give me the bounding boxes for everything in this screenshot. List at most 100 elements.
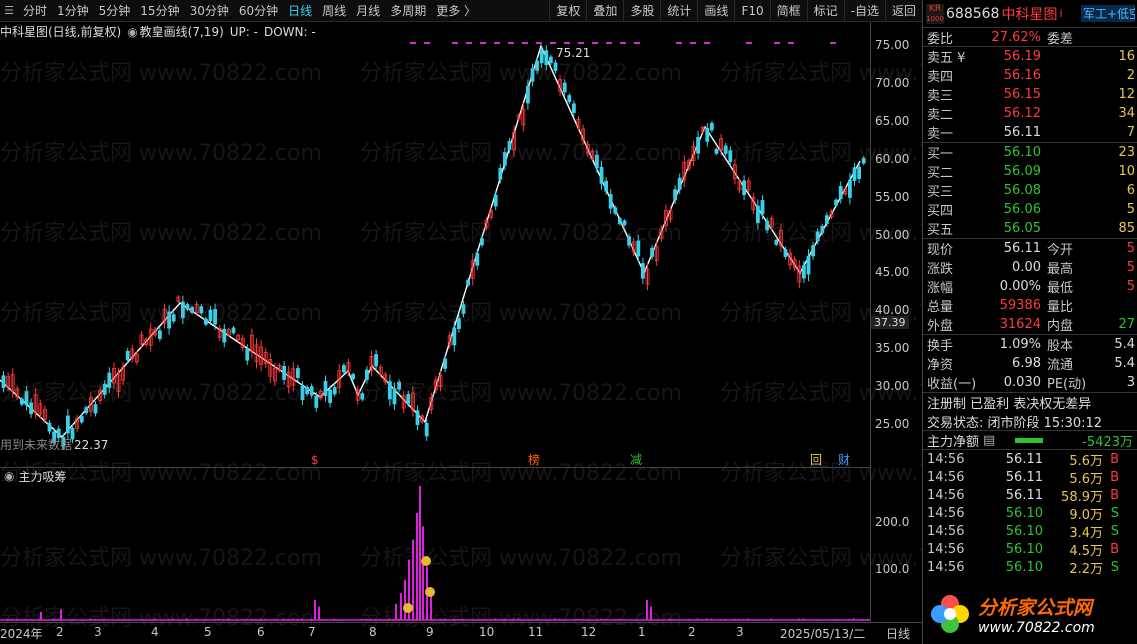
volume-bar bbox=[314, 599, 316, 620]
period-tab[interactable]: 60分钟 bbox=[234, 0, 283, 22]
toolbar-button[interactable]: 画线 bbox=[697, 0, 734, 22]
trade-tick: 14:56 56.11 5.6万 B bbox=[923, 450, 1137, 469]
bid-row-price: 56.06 bbox=[1003, 202, 1041, 217]
ask-row-volume: 2 bbox=[1126, 68, 1135, 83]
reg-text: 注册制 已盈利 表决权无差异 bbox=[927, 397, 1092, 412]
sub-indicator-title[interactable]: 主力吸筹 bbox=[18, 468, 66, 485]
stat-value: 59386 bbox=[999, 298, 1041, 313]
candle-body bbox=[245, 348, 250, 361]
date-label: 10 bbox=[479, 625, 495, 639]
period-tab[interactable]: 30分钟 bbox=[185, 0, 234, 22]
signal-dash bbox=[536, 42, 542, 44]
stock-name[interactable]: 中科星图 bbox=[1001, 4, 1057, 24]
volume-bar bbox=[400, 593, 402, 620]
sub-chart-svg[interactable] bbox=[0, 484, 870, 622]
site-logo: 分析家公式网 www.70822.com bbox=[928, 590, 1128, 638]
period-tab[interactable]: 1分钟 bbox=[52, 0, 94, 22]
candle-body bbox=[815, 231, 820, 242]
signal-dash bbox=[676, 42, 682, 44]
volume-bar bbox=[650, 606, 652, 620]
candle-body bbox=[857, 166, 861, 179]
info-icon[interactable]: i bbox=[1059, 7, 1062, 20]
volume-bar bbox=[318, 606, 320, 620]
candle-body bbox=[461, 304, 466, 314]
stat-label2: 最低 bbox=[1047, 281, 1074, 296]
stat-value: 0.00% bbox=[999, 279, 1041, 294]
tick-time: 14:56 bbox=[927, 541, 965, 557]
candle-body bbox=[415, 410, 420, 426]
candle-body bbox=[456, 318, 461, 330]
toolbar-button[interactable]: 复权 bbox=[549, 0, 586, 22]
candle-body bbox=[79, 415, 84, 423]
period-tab[interactable]: 15分钟 bbox=[135, 0, 184, 22]
stat-label2: 最高 bbox=[1047, 262, 1074, 277]
toolbar-button[interactable]: 多股 bbox=[623, 0, 660, 22]
candle-body bbox=[328, 389, 333, 403]
stat-label: 外盘 bbox=[927, 319, 954, 334]
kline-svg[interactable]: 75.21 22.37用到未来数据 $ 榜 减 回 财 bbox=[0, 41, 870, 467]
bid-row-volume: 10 bbox=[1118, 164, 1135, 179]
date-label: 11 bbox=[528, 625, 544, 639]
weicha-label: 委差 bbox=[1047, 31, 1074, 47]
menu-icon[interactable]: ☰ bbox=[0, 0, 18, 22]
tick-side: S bbox=[1110, 505, 1119, 521]
candle-body bbox=[24, 391, 29, 406]
tick-side: S bbox=[1110, 523, 1119, 539]
tick-time: 14:56 bbox=[927, 451, 965, 467]
period-tab[interactable]: 更多 〉 bbox=[431, 0, 481, 22]
toolbar-button[interactable]: -自选 bbox=[843, 0, 885, 22]
trade-tick: 14:56 56.10 2.2万 S bbox=[923, 558, 1137, 577]
stat-label2: 内盘 bbox=[1047, 319, 1074, 334]
period-label[interactable]: 日线 bbox=[886, 625, 910, 642]
candle-body bbox=[502, 152, 507, 166]
candle-body bbox=[282, 365, 287, 380]
net-flow-toggle-icon[interactable]: ▤ bbox=[983, 433, 995, 448]
ask-row: 卖一 56.11 7 bbox=[923, 123, 1137, 142]
webi-label: 委比 bbox=[927, 31, 954, 47]
candle-body bbox=[622, 220, 627, 226]
candle-body bbox=[332, 387, 337, 395]
net-flow-value: -5423万 bbox=[1082, 434, 1133, 450]
stat-label: 涨跌 bbox=[927, 262, 954, 277]
sub-chart[interactable] bbox=[0, 484, 870, 622]
candle-body bbox=[539, 50, 544, 64]
toolbar-button[interactable]: 返回 bbox=[884, 0, 922, 22]
toolbar-button[interactable]: 标记 bbox=[806, 0, 844, 22]
toolbar-button[interactable]: 简框 bbox=[769, 0, 807, 22]
toolbar-button[interactable]: 统计 bbox=[660, 0, 697, 22]
toolbar-button[interactable]: F10 bbox=[734, 0, 769, 22]
status-text: 交易状态: 闭市阶段 15:30:12 bbox=[927, 415, 1103, 431]
period-tab[interactable]: 月线 bbox=[351, 0, 385, 22]
stat-row: 换手 1.09% 股本 5.4 bbox=[923, 335, 1137, 354]
tick-time: 14:56 bbox=[927, 469, 965, 485]
candle-body bbox=[677, 177, 682, 190]
trade-tick: 14:56 56.11 58.9万 B bbox=[923, 486, 1137, 505]
candle-body bbox=[526, 85, 530, 104]
candle-body bbox=[756, 205, 760, 224]
kline-chart[interactable]: 75.21 22.37 用到未来数据 $ 榜 减 回 财 bbox=[0, 41, 870, 467]
tick-volume: 4.5万 bbox=[1069, 543, 1103, 559]
tick-volume: 9.0万 bbox=[1069, 507, 1103, 523]
indicator-name[interactable]: 教皇画线(7,19) bbox=[140, 23, 224, 40]
tick-side: S bbox=[1110, 559, 1119, 575]
tick-volume: 5.6万 bbox=[1069, 453, 1103, 469]
stat-value: 6.98 bbox=[1012, 356, 1041, 371]
candle-body bbox=[66, 415, 70, 434]
period-tab[interactable]: 日线 bbox=[283, 0, 317, 22]
period-tab[interactable]: 多周期 bbox=[385, 0, 431, 22]
candle-body bbox=[351, 373, 356, 380]
sector-tag[interactable]: 军工+低空 bbox=[1081, 5, 1135, 22]
period-tab[interactable]: 分时 bbox=[18, 0, 52, 22]
toolbar-button[interactable]: 叠加 bbox=[586, 0, 623, 22]
stock-title[interactable]: 中科星图(日线,前复权) bbox=[0, 23, 121, 40]
tick-side: B bbox=[1110, 451, 1119, 467]
signal-dash bbox=[452, 42, 458, 44]
signal-dash bbox=[704, 42, 710, 44]
bid-row: 买四 56.06 5 bbox=[923, 200, 1137, 219]
date-label: 6 bbox=[257, 625, 265, 639]
signal-dash bbox=[620, 42, 626, 44]
period-tab[interactable]: 周线 bbox=[317, 0, 351, 22]
ask-row: 卖五 ¥ 56.19 16 bbox=[923, 47, 1137, 66]
candle-body bbox=[341, 365, 346, 373]
period-tab[interactable]: 5分钟 bbox=[94, 0, 136, 22]
